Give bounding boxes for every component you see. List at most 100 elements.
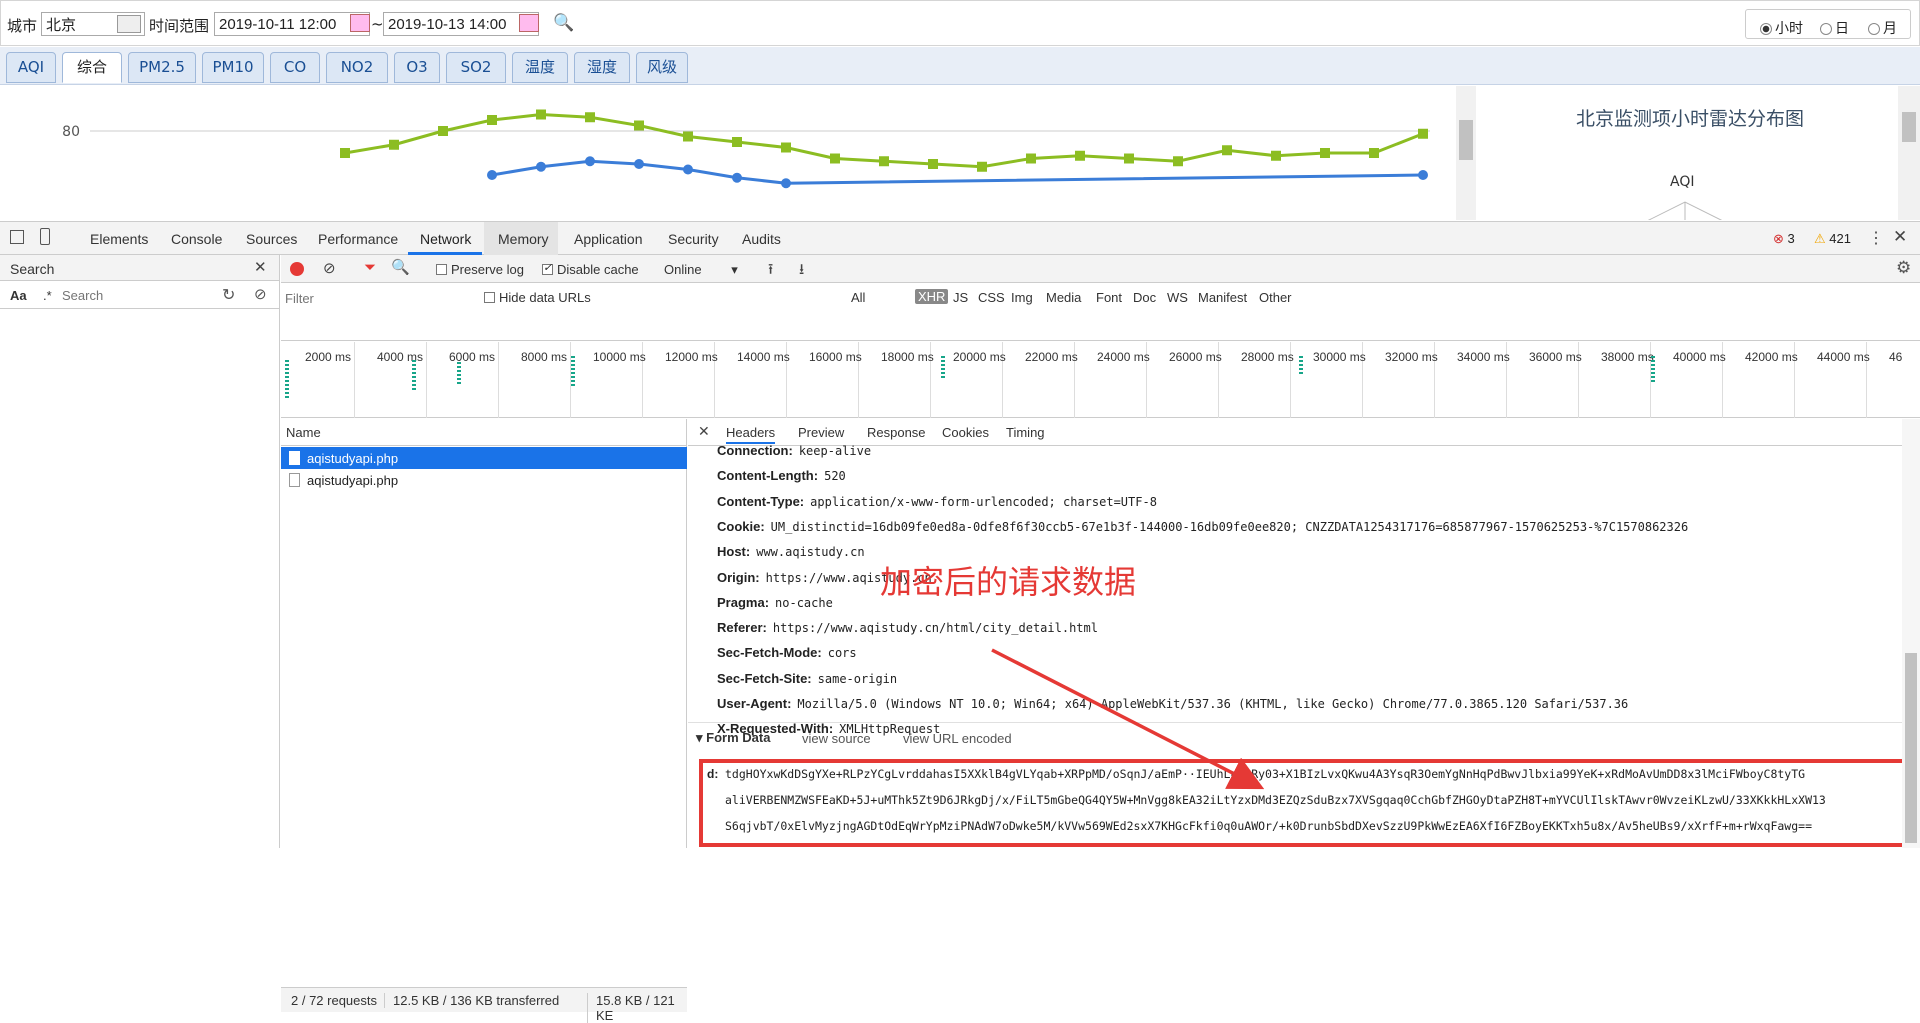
- start-time-input[interactable]: [214, 12, 370, 36]
- search-input[interactable]: [62, 286, 212, 305]
- devtools-tab-audits[interactable]: Audits: [742, 231, 781, 247]
- clear-search-icon[interactable]: ⊘: [254, 285, 267, 303]
- devtools-tab-security[interactable]: Security: [668, 231, 719, 247]
- data-point[interactable]: [340, 148, 350, 158]
- devtools-tab-sources[interactable]: Sources: [246, 231, 297, 247]
- data-point[interactable]: [830, 153, 840, 164]
- data-point[interactable]: [732, 172, 742, 183]
- data-point[interactable]: [1173, 156, 1183, 167]
- detail-scrollbar[interactable]: [1902, 419, 1920, 848]
- devtools-tab-network[interactable]: Network: [420, 231, 471, 247]
- metric-tab-7[interactable]: SO2: [446, 52, 506, 83]
- filter-type-js[interactable]: JS: [953, 290, 968, 305]
- name-column-header[interactable]: Name: [281, 419, 686, 446]
- warning-count[interactable]: ⚠ 421: [1814, 231, 1851, 247]
- data-point[interactable]: [1075, 150, 1085, 161]
- device-toggle-icon[interactable]: [40, 228, 50, 245]
- filter-type-img[interactable]: Img: [1011, 290, 1033, 305]
- filter-type-media[interactable]: Media: [1046, 290, 1081, 305]
- radio-hour[interactable]: 小时: [1760, 18, 1803, 38]
- data-point[interactable]: [732, 137, 742, 147]
- hide-data-urls-checkbox[interactable]: Hide data URLs: [484, 290, 591, 305]
- data-point[interactable]: [536, 109, 546, 120]
- data-point[interactable]: [634, 159, 644, 169]
- data-point[interactable]: [1222, 145, 1232, 156]
- match-case-toggle[interactable]: Aa: [10, 288, 27, 303]
- detail-tab-cookies[interactable]: Cookies: [942, 425, 989, 440]
- end-time-input[interactable]: [383, 12, 539, 36]
- data-point[interactable]: [1320, 148, 1330, 158]
- data-point[interactable]: [781, 178, 791, 189]
- city-picker-icon[interactable]: [117, 15, 141, 33]
- data-point[interactable]: [1026, 153, 1036, 164]
- data-point[interactable]: [1124, 153, 1134, 164]
- data-point[interactable]: [585, 112, 595, 123]
- filter-type-doc[interactable]: Doc: [1133, 290, 1156, 305]
- detail-tab-response[interactable]: Response: [867, 425, 926, 440]
- filter-icon[interactable]: ⏷: [364, 259, 376, 276]
- close-search-icon[interactable]: ✕: [254, 258, 267, 276]
- radio-day[interactable]: 日: [1820, 18, 1849, 38]
- metric-tab-10[interactable]: 风级: [636, 52, 688, 83]
- data-point[interactable]: [634, 120, 644, 131]
- metric-tab-6[interactable]: O3: [394, 52, 440, 83]
- data-point[interactable]: [1369, 148, 1379, 158]
- data-point[interactable]: [977, 161, 987, 172]
- data-point[interactable]: [1418, 170, 1428, 180]
- clear-log-icon[interactable]: ⊘: [323, 259, 336, 277]
- refresh-icon[interactable]: ↻: [222, 285, 235, 305]
- request-row[interactable]: aqistudyapi.php: [281, 447, 687, 469]
- regex-toggle[interactable]: .*: [43, 288, 52, 303]
- devtools-tab-elements[interactable]: Elements: [90, 231, 148, 247]
- data-point[interactable]: [1271, 150, 1281, 161]
- close-detail-icon[interactable]: ✕: [698, 423, 710, 440]
- filter-input[interactable]: [281, 288, 471, 308]
- metric-tab-2[interactable]: PM2.5: [128, 52, 196, 83]
- detail-tab-preview[interactable]: Preview: [798, 425, 844, 440]
- error-count[interactable]: ⊗ 3: [1773, 231, 1795, 247]
- record-icon[interactable]: [290, 262, 304, 276]
- data-point[interactable]: [389, 139, 399, 150]
- network-timeline[interactable]: 2000 ms 4000 ms 6000 ms 8000 ms 10000 ms 1200…: [281, 342, 1920, 418]
- filter-type-css[interactable]: CSS: [978, 290, 1005, 305]
- import-har-icon[interactable]: ⭱: [768, 259, 773, 284]
- throttle-select[interactable]: Online ▾: [664, 262, 738, 278]
- chart-scrollbar[interactable]: [1456, 86, 1476, 220]
- data-point[interactable]: [536, 161, 546, 172]
- devtools-tab-performance[interactable]: Performance: [318, 231, 398, 247]
- filter-type-all[interactable]: All: [851, 290, 865, 305]
- metric-tab-4[interactable]: CO: [270, 52, 320, 83]
- inspect-icon[interactable]: [10, 230, 24, 244]
- detail-tab-headers[interactable]: Headers: [726, 425, 776, 444]
- detail-tab-timing[interactable]: Timing: [1006, 425, 1045, 440]
- request-row[interactable]: aqistudyapi.php: [281, 469, 687, 491]
- filter-type-other[interactable]: Other: [1259, 290, 1292, 305]
- data-point[interactable]: [879, 156, 889, 167]
- data-point[interactable]: [487, 170, 497, 180]
- filter-type-manifest[interactable]: Manifest: [1198, 290, 1247, 305]
- devtools-tab-memory[interactable]: Memory: [498, 231, 549, 247]
- more-menu-icon[interactable]: ⋮: [1868, 228, 1884, 248]
- data-point[interactable]: [683, 164, 693, 175]
- data-point[interactable]: [585, 156, 595, 167]
- devtools-tab-application[interactable]: Application: [574, 231, 643, 247]
- close-devtools-icon[interactable]: ✕: [1893, 227, 1907, 247]
- metric-tab-0[interactable]: AQI: [6, 52, 56, 83]
- data-point[interactable]: [683, 131, 693, 142]
- view-url-encoded-link[interactable]: view URL encoded: [903, 731, 1012, 746]
- start-calendar-icon[interactable]: [350, 14, 370, 32]
- filter-type-xhr[interactable]: XHR: [915, 289, 949, 304]
- view-source-link[interactable]: view source: [802, 731, 871, 746]
- filter-type-font[interactable]: Font: [1096, 290, 1122, 305]
- preserve-log-checkbox[interactable]: Preserve log: [436, 262, 524, 277]
- network-search-icon[interactable]: 🔍: [391, 258, 410, 276]
- data-point[interactable]: [928, 159, 938, 169]
- filter-type-ws[interactable]: WS: [1167, 290, 1188, 305]
- settings-gear-icon[interactable]: ⚙: [1896, 258, 1911, 278]
- devtools-tab-console[interactable]: Console: [171, 231, 222, 247]
- metric-tab-5[interactable]: NO2: [326, 52, 388, 83]
- disable-cache-checkbox[interactable]: Disable cache: [542, 261, 639, 277]
- export-har-icon[interactable]: ⭳: [799, 259, 804, 284]
- metric-tab-3[interactable]: PM10: [202, 52, 264, 83]
- metric-tab-8[interactable]: 温度: [512, 52, 568, 83]
